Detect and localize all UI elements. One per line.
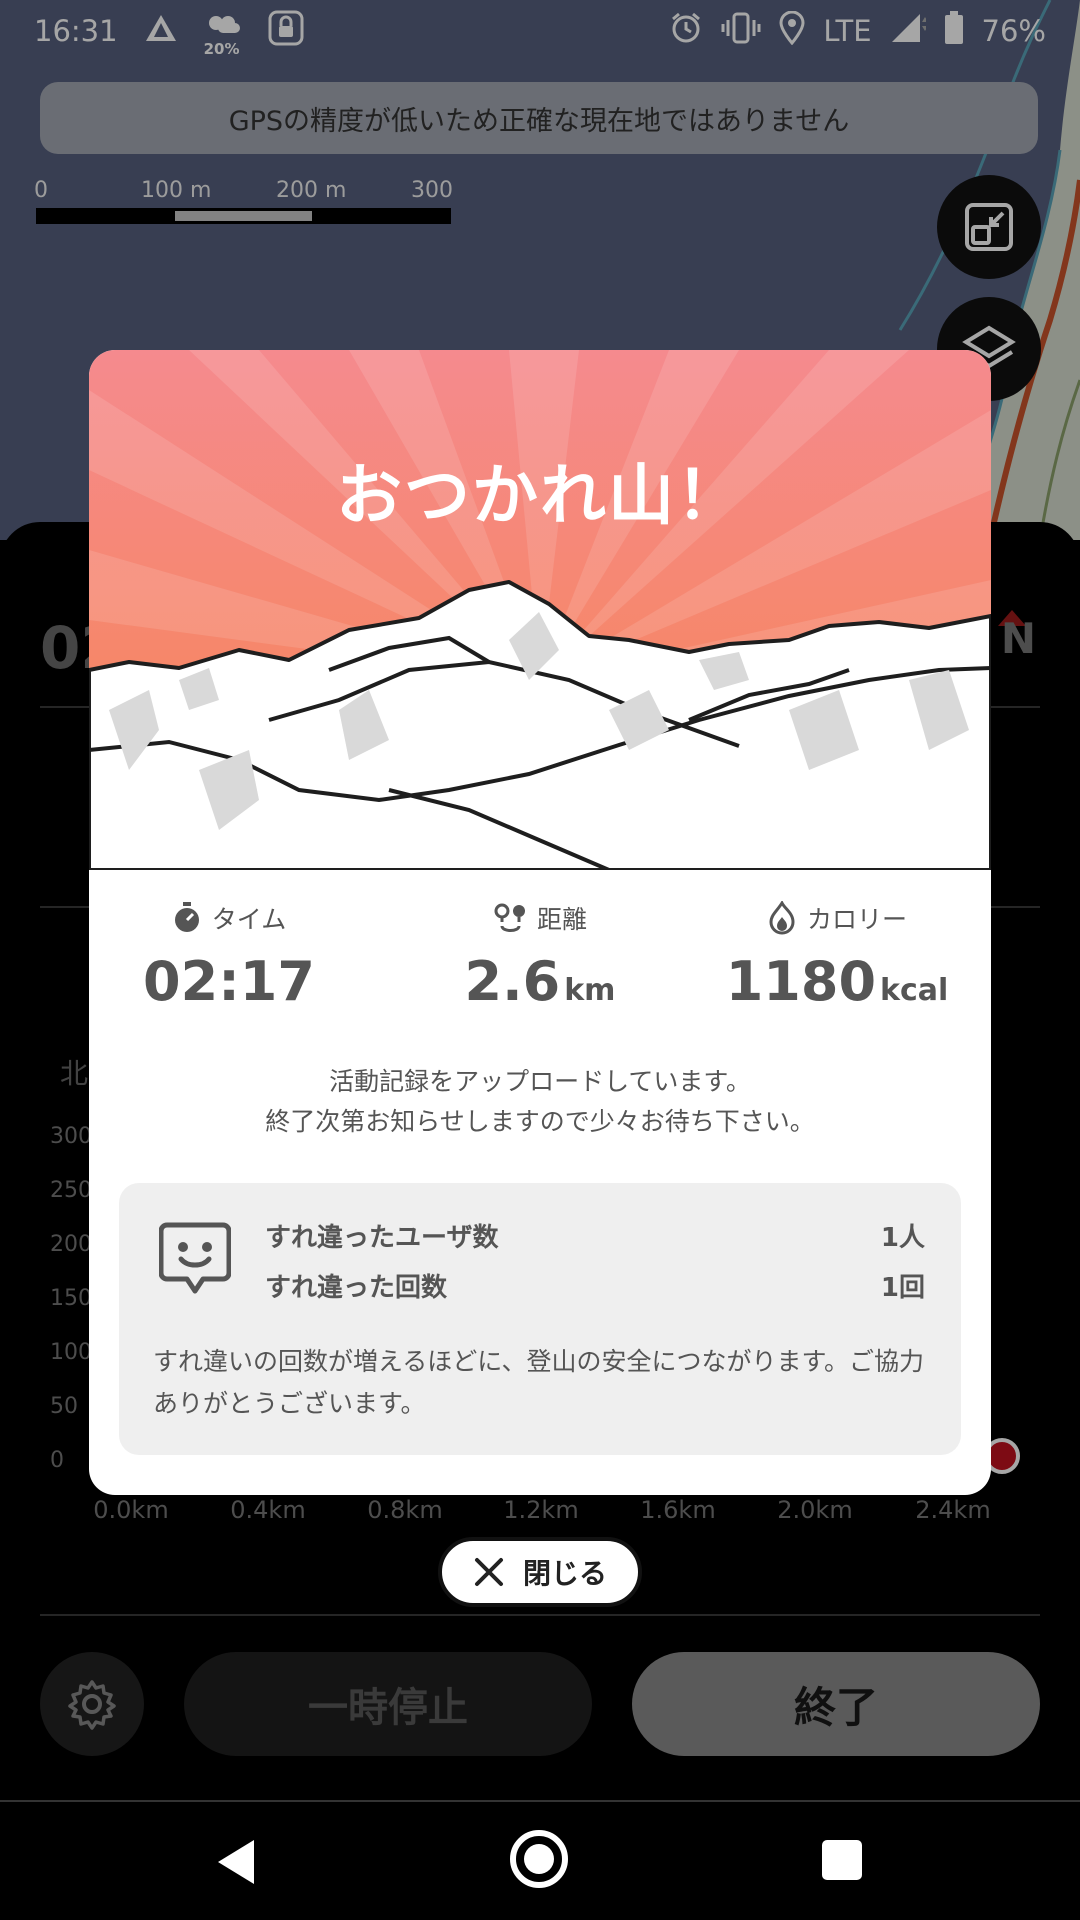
encounter-face-icon — [158, 1221, 232, 1301]
stat-calories: カロリー 1180 kcal — [697, 898, 977, 1013]
encounter-card: すれ違ったユーザ数 1人 すれ違った回数 1回 すれ違いの回数が増えるほどに、登… — [119, 1183, 961, 1455]
dialog-title: おつかれ山！ — [336, 457, 744, 534]
recent-apps-icon[interactable] — [822, 1840, 862, 1880]
mountain-sunburst-illustration — [89, 350, 991, 872]
hero-illustration: おつかれ山！ — [89, 350, 991, 872]
stat-calories-label: カロリー — [806, 905, 907, 934]
encounter-count-value: 1回 — [880, 1273, 925, 1303]
upload-line-1: 活動記録をアップロードしています。 — [329, 1067, 751, 1096]
close-button[interactable]: 閉じる — [438, 1537, 642, 1607]
stat-time: タイム 02:17 — [89, 898, 369, 1013]
stopwatch-icon — [174, 902, 199, 932]
stat-time-label: タイム — [211, 905, 287, 934]
encounter-users-value: 1人 — [880, 1223, 925, 1253]
stat-calories-value: 1180 — [725, 950, 877, 1013]
encounter-count-label: すれ違った回数 — [265, 1273, 448, 1303]
stat-time-value: 02:17 — [143, 950, 315, 1013]
close-button-label: 閉じる — [522, 1557, 607, 1590]
upload-line-2: 終了次第お知らせしますので少々お待ち下さい。 — [265, 1107, 815, 1136]
stat-distance-label: 距離 — [536, 905, 587, 934]
encounter-count-row: すれ違った回数 1回 — [265, 1267, 925, 1304]
stat-distance-value: 2.6 — [464, 950, 561, 1013]
back-icon[interactable] — [218, 1840, 254, 1884]
stat-distance: 距離 2.6 km — [400, 898, 680, 1013]
encounter-note: すれ違いの回数が増えるほどに、登山の安全につながります。ご協力ありがとうございま… — [153, 1347, 925, 1418]
upload-status-message: 活動記録をアップロードしています。 終了次第お知らせしますので少々お待ち下さい。 — [89, 1062, 991, 1142]
activity-stats: タイム 02:17 距離 2.6 km カロリー 1180 kcal — [89, 898, 991, 1028]
home-icon[interactable] — [510, 1830, 568, 1888]
close-icon — [474, 1558, 503, 1586]
stat-distance-unit: km — [564, 973, 616, 1008]
stat-calories-unit: kcal — [880, 973, 949, 1008]
summary-dialog: おつかれ山！ タイム 02:17 距離 2.6 km カロリー 1180 kcal … — [89, 350, 991, 1495]
encounter-users-label: すれ違ったユーザ数 — [265, 1223, 499, 1253]
flame-icon — [769, 901, 795, 935]
route-pin-icon — [494, 903, 525, 932]
encounter-users-row: すれ違ったユーザ数 1人 — [265, 1217, 925, 1254]
system-navigation-bar — [0, 1800, 1080, 1920]
